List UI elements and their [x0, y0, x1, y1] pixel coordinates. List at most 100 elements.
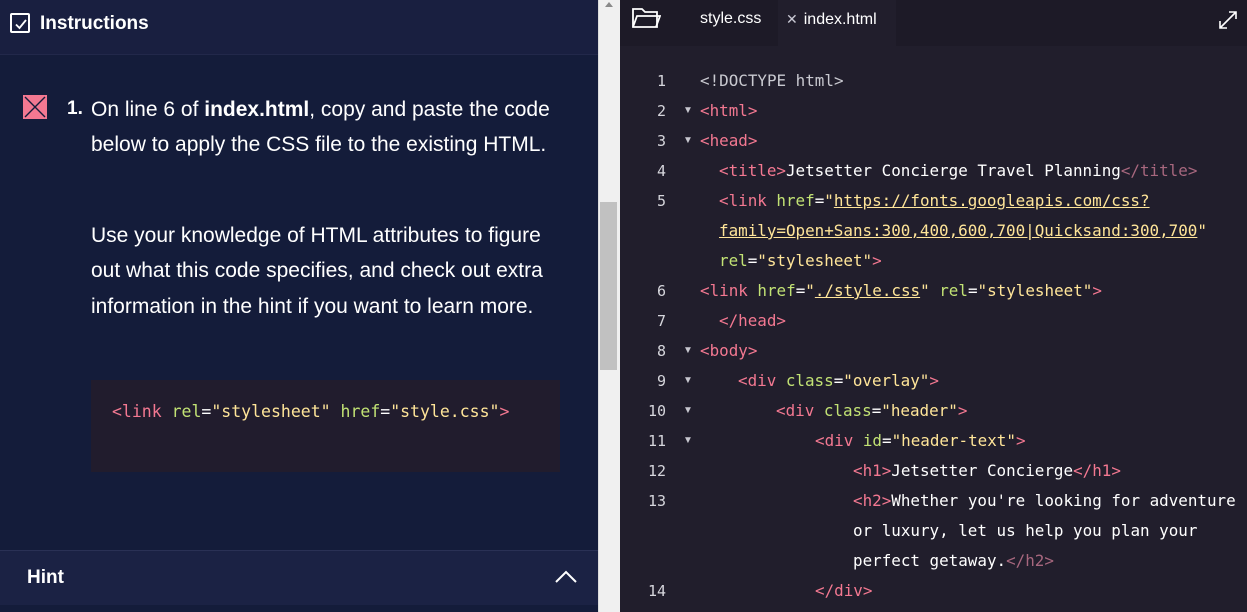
snippet-value: "stylesheet"	[211, 402, 331, 421]
doctype: <!DOCTYPE html>	[700, 71, 844, 90]
tag: <link	[719, 191, 777, 210]
line-number: 10	[647, 402, 666, 420]
editor-tab-bar: style.css ✕ index.html	[620, 0, 1247, 46]
tag: <title>	[719, 161, 786, 180]
tag: </title>	[1120, 161, 1198, 180]
code-editor: style.css ✕ index.html 1 2 3 4 5 6 7 8 9 …	[620, 0, 1247, 612]
line-number: 2	[656, 102, 666, 120]
code-line: <h1>Jetsetter Concierge</h1>	[853, 456, 1121, 486]
url-link[interactable]: https://fonts.googleapis.com/css?	[834, 191, 1150, 210]
line-number: 4	[656, 162, 666, 180]
tag: </h1>	[1073, 461, 1121, 480]
tag: <div	[815, 431, 863, 450]
tag: >	[957, 401, 968, 420]
value: "header-text"	[891, 431, 1016, 450]
quote: "	[824, 191, 834, 210]
code-line: </div>	[815, 576, 872, 606]
code-snippet-text: <link rel="stylesheet" href="style.css">	[112, 401, 509, 423]
task-file-name: index.html	[204, 98, 310, 121]
snippet-attr: rel	[171, 402, 202, 421]
code-line: <h2>Whether you're looking for adventure	[853, 486, 1236, 516]
tag: <link	[700, 281, 758, 300]
line-number: 9	[656, 372, 666, 390]
code-line: perfect getaway.</h2>	[853, 546, 1054, 576]
instructions-panel: Instructions 1. On line 6 of index.html,…	[0, 0, 598, 612]
chevron-up-icon[interactable]	[554, 569, 578, 585]
code-line: <link href="./style.css" rel="stylesheet…	[700, 276, 1102, 306]
scroll-up-icon[interactable]	[604, 0, 614, 8]
tag: </head>	[719, 311, 786, 330]
code-line: </head>	[719, 306, 786, 336]
tag: <h2>	[853, 491, 892, 510]
close-icon[interactable]: ✕	[786, 10, 798, 28]
tag: >	[1015, 431, 1026, 450]
code-line: family=Open+Sans:300,400,600,700|Quicksa…	[719, 216, 1207, 246]
line-number: 13	[647, 492, 666, 510]
fold-arrow-icon[interactable]: ▼	[683, 396, 693, 426]
tag: <html>	[700, 101, 758, 120]
tag: <div	[738, 371, 786, 390]
snippet-tag: >	[499, 402, 510, 421]
attr: class	[823, 401, 872, 420]
text: perfect getaway.	[853, 551, 1007, 570]
tab-style-css[interactable]: style.css	[682, 0, 778, 46]
tag: <head>	[700, 131, 758, 150]
code-snippet[interactable]: <link rel="stylesheet" href="style.css">	[91, 380, 560, 472]
quote: "	[1197, 221, 1207, 240]
snippet-value: "style.css"	[390, 402, 500, 421]
quote: "	[920, 281, 930, 300]
code-line: <div class="header">	[776, 396, 967, 426]
task-text: On line 6 of index.html, copy and paste …	[91, 92, 566, 163]
code-line: <div id="header-text">	[815, 426, 1026, 456]
hint-toggle[interactable]: Hint	[0, 550, 598, 605]
line-number: 5	[656, 192, 666, 210]
fold-arrow-icon[interactable]: ▼	[683, 96, 693, 126]
code-line: <title>Jetsetter Concierge Travel Planni…	[719, 156, 1197, 186]
attr: rel	[719, 251, 748, 270]
eq: =	[814, 191, 825, 210]
attr: class	[785, 371, 834, 390]
url-link[interactable]: ./style.css	[815, 281, 920, 300]
fold-arrow-icon[interactable]: ▼	[683, 126, 693, 156]
value: "overlay"	[843, 371, 930, 390]
eq: =	[967, 281, 978, 300]
text: Whether you're looking for adventure	[891, 491, 1236, 510]
quote: "	[805, 281, 815, 300]
attr: href	[757, 281, 796, 300]
expand-icon[interactable]	[1218, 10, 1238, 30]
value: "header"	[881, 401, 958, 420]
folder-icon[interactable]	[631, 6, 661, 30]
text: Jetsetter Concierge	[891, 461, 1074, 480]
task-paragraph: Use your knowledge of HTML attributes to…	[91, 224, 543, 318]
tag: >	[1092, 281, 1102, 300]
checkbox-icon	[10, 13, 30, 33]
value: "stylesheet"	[757, 251, 873, 270]
text: or luxury, let us help you plan your	[853, 521, 1198, 540]
url-link[interactable]: family=Open+Sans:300,400,600,700|Quicksa…	[719, 221, 1197, 240]
instructions-title: Instructions	[40, 13, 149, 34]
code-line: <head>	[700, 126, 757, 156]
fold-arrow-icon[interactable]: ▼	[683, 426, 693, 456]
line-number: 12	[647, 462, 666, 480]
hint-label: Hint	[27, 567, 64, 588]
scrollbar-thumb[interactable]	[600, 202, 617, 370]
attr: rel	[929, 281, 968, 300]
code-line: <!DOCTYPE html>	[700, 66, 844, 96]
task-number: 1.	[67, 98, 83, 119]
code-line: <body>	[700, 336, 757, 366]
tab-index-html[interactable]: ✕ index.html	[778, 0, 896, 46]
fold-arrow-icon[interactable]: ▼	[683, 336, 693, 366]
eq: =	[795, 281, 806, 300]
line-number: 11	[647, 432, 666, 450]
snippet-tag: <link	[112, 402, 172, 421]
tag: >	[872, 251, 882, 270]
snippet-eq: =	[380, 402, 391, 421]
attr: href	[776, 191, 815, 210]
line-number: 14	[647, 582, 666, 600]
line-number: 8	[656, 342, 666, 360]
tag: </div>	[815, 581, 873, 600]
snippet-eq: =	[201, 402, 212, 421]
fold-arrow-icon[interactable]: ▼	[683, 366, 693, 396]
code-line: <div class="overlay">	[738, 366, 939, 396]
line-number: 7	[656, 312, 666, 330]
